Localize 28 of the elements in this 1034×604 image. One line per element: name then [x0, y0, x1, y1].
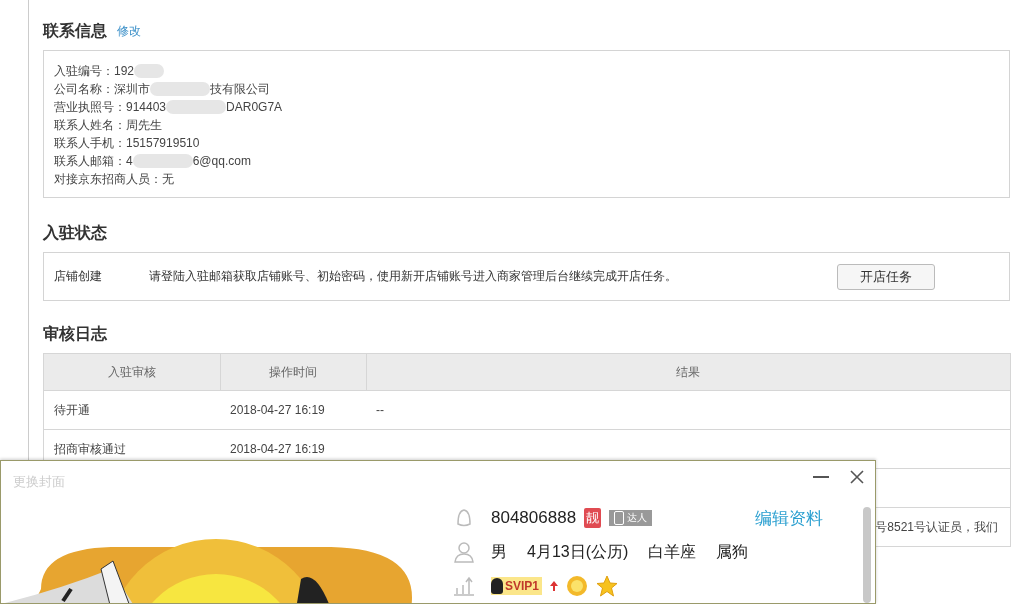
info-text: 6@qq.com [192, 154, 251, 168]
pretty-badge: 靓 [584, 508, 602, 528]
vip-badge: SVIP1 [491, 577, 543, 595]
step-label: 店铺创建 [54, 268, 103, 285]
section-title: 入驻状态 [43, 222, 107, 243]
info-text: 营业执照号：914403 [54, 98, 167, 116]
column-header: 入驻审核 [43, 353, 220, 391]
info-text: 入驻编号：192 [54, 62, 135, 80]
section-title: 审核日志 [43, 323, 107, 344]
section-title: 联系信息 [43, 20, 107, 41]
column-header: 操作时间 [220, 353, 366, 391]
column-header: 结果 [366, 353, 1011, 391]
info-text: 联系人姓名：周先生 [54, 116, 162, 134]
info-text: 联系人邮箱：4 [54, 152, 133, 170]
info-text: 公司名称：深圳市 [54, 80, 150, 98]
table-cell: -- [366, 390, 1011, 430]
info-text: 技有限公司 [210, 80, 270, 98]
table-cell: 2018-04-27 16:19 [220, 390, 366, 430]
info-text: 联系人手机：15157919510 [54, 134, 200, 152]
edit-profile-link[interactable]: 编辑资料 [755, 506, 823, 530]
open-store-button[interactable]: 开店任务 [837, 263, 935, 290]
account-number: 804806888 [491, 508, 577, 528]
table-cell: 待开通 [43, 390, 220, 430]
talent-badge: 达人 [609, 510, 653, 526]
info-text: 对接京东招商人员：无 [54, 170, 174, 188]
edit-link[interactable]: 修改 [117, 22, 141, 40]
info-text: DAR0G7A [226, 100, 283, 114]
status-message: 请登陆入驻邮箱获取店铺账号、初始密码，使用新开店铺账号进入商家管理后台继续完成开店任务。 [149, 268, 678, 285]
